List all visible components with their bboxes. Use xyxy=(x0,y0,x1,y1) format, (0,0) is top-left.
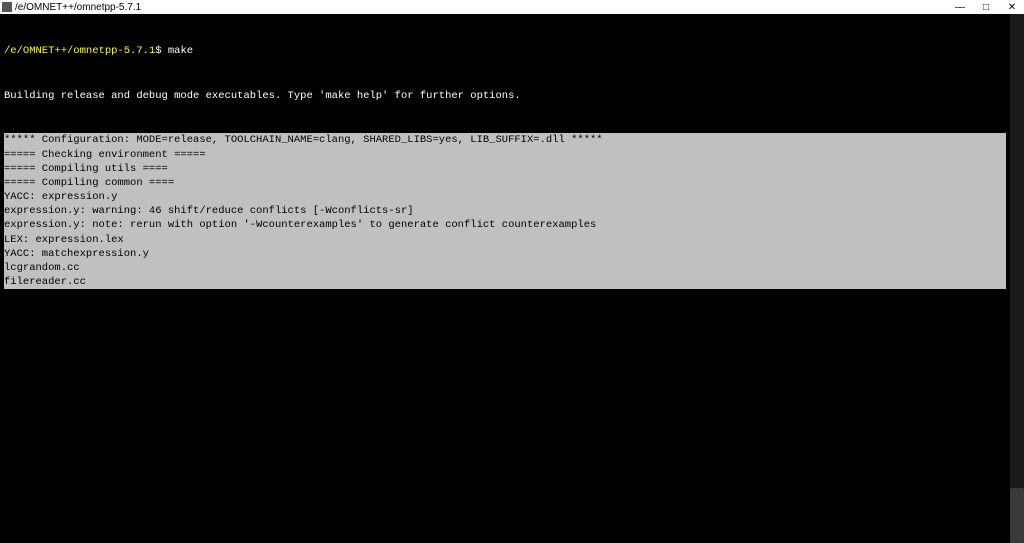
window-controls: — □ ✕ xyxy=(954,2,1022,13)
prompt-path: /e/OMNET++/omnetpp-5.7.1 xyxy=(4,44,155,58)
window-title: /e/OMNET++/omnetpp-5.7.1 xyxy=(15,2,141,13)
output-line: YACC: matchexpression.y xyxy=(4,247,1006,261)
prompt-line: /e/OMNET++/omnetpp-5.7.1$ make xyxy=(4,44,1020,58)
close-button[interactable]: ✕ xyxy=(1006,2,1018,13)
output-line: expression.y: warning: 46 shift/reduce c… xyxy=(4,204,1006,218)
output-line: ===== Checking environment ===== xyxy=(4,148,1006,162)
prompt-command: make xyxy=(168,44,193,58)
minimize-button[interactable]: — xyxy=(954,2,966,13)
window-title-bar: /e/OMNET++/omnetpp-5.7.1 — □ ✕ xyxy=(0,0,1024,14)
output-line: ===== Compiling utils ==== xyxy=(4,162,1006,176)
output-line: expression.y: note: rerun with option '-… xyxy=(4,218,1006,232)
app-icon xyxy=(2,2,12,12)
build-message: Building release and debug mode executab… xyxy=(4,89,1020,103)
output-line: ===== Compiling common ==== xyxy=(4,176,1006,190)
output-line: YACC: expression.y xyxy=(4,190,1006,204)
highlighted-output-block: ***** Configuration: MODE=release, TOOLC… xyxy=(4,133,1006,289)
output-line: ***** Configuration: MODE=release, TOOLC… xyxy=(4,133,1006,147)
output-line: LEX: expression.lex xyxy=(4,233,1006,247)
prompt-dollar: $ xyxy=(155,44,168,58)
terminal-area[interactable]: /e/OMNET++/omnetpp-5.7.1$ make Building … xyxy=(0,14,1024,305)
maximize-button[interactable]: □ xyxy=(980,2,992,13)
scroll-thumb[interactable] xyxy=(1010,488,1024,543)
vertical-scrollbar[interactable] xyxy=(1010,14,1024,543)
output-line: filereader.cc xyxy=(4,275,1006,289)
output-line: lcgrandom.cc xyxy=(4,261,1006,275)
